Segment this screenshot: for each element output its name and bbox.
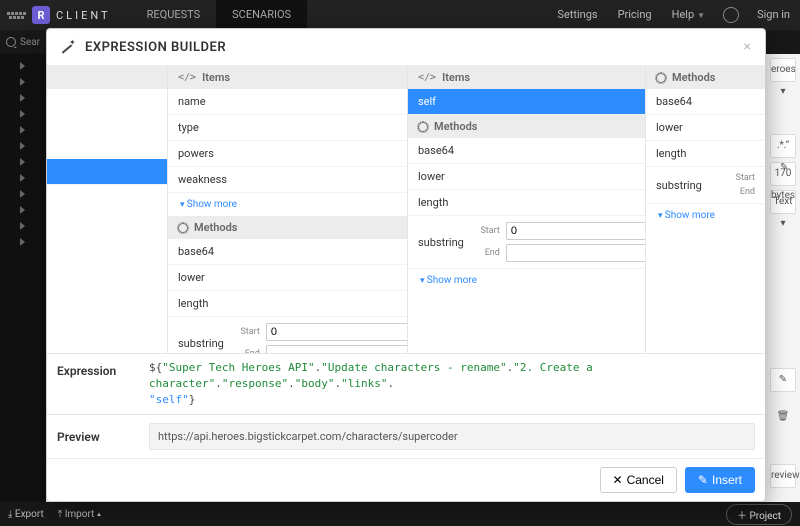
modal-footer: ✕Cancel ✎Insert — [47, 458, 765, 501]
columns: </>Items name type powers weakness Show … — [47, 66, 765, 353]
start-label: Start — [232, 327, 260, 337]
col1-method-lower[interactable]: lower — [168, 265, 407, 291]
tab-requests[interactable]: REQUESTS — [131, 0, 217, 30]
search-icon — [6, 37, 16, 47]
start-label: Start — [727, 173, 755, 183]
brand-badge: R — [32, 6, 50, 24]
modal-title: EXPRESSION BUILDER — [85, 40, 226, 55]
col2-show-more-methods[interactable]: Show more — [408, 269, 645, 292]
peek-bytes: 170 bytes — [770, 162, 796, 186]
col1-item-type[interactable]: type — [168, 115, 407, 141]
col3-methods-header: Methods — [646, 66, 765, 89]
link-settings[interactable]: Settings — [547, 0, 607, 30]
col3-method-length[interactable]: length — [646, 141, 765, 167]
col1-substring-end-input[interactable] — [266, 345, 407, 353]
topbar: R CLIENT REQUESTS SCENARIOS Settings Pri… — [0, 0, 800, 30]
end-label: End — [472, 248, 500, 258]
close-icon: ✕ — [613, 473, 623, 487]
code-icon: </> — [418, 72, 436, 83]
column-2: </>Items self Methods base64 lower lengt… — [407, 66, 645, 353]
peek-edit[interactable]: .*.” ✎ — [770, 134, 796, 158]
end-label: End — [727, 187, 755, 197]
link-sign-in[interactable]: Sign in — [747, 0, 800, 30]
col1-substring-start-input[interactable] — [266, 323, 407, 341]
col3-method-base64[interactable]: base64 — [646, 89, 765, 115]
col2-methods-header: Methods — [408, 115, 645, 138]
col1-item-powers[interactable]: powers — [168, 141, 407, 167]
col3-method-substring[interactable]: substring Start End — [646, 167, 765, 204]
expression-row: Expression ${"Super Tech Heroes API"."Up… — [47, 353, 765, 414]
substring-label: substring — [656, 179, 719, 192]
column-0 — [47, 66, 167, 353]
column-3: Methods base64 lower length substring St… — [645, 66, 765, 353]
peek-preview[interactable]: review — [770, 464, 796, 488]
col0-selected-row[interactable] — [47, 159, 167, 185]
chat-icon[interactable] — [723, 7, 739, 23]
col3-show-more-methods[interactable]: Show more — [646, 204, 765, 227]
col1-item-weakness[interactable]: weakness — [168, 167, 407, 193]
cancel-button[interactable]: ✕Cancel — [600, 467, 677, 493]
preview-label: Preview — [57, 430, 137, 444]
expression-label: Expression — [57, 360, 137, 408]
col0-header — [47, 66, 167, 89]
link-pricing[interactable]: Pricing — [608, 0, 662, 30]
code-icon: </> — [178, 72, 196, 83]
project-button[interactable]: ＋ Project — [726, 504, 792, 525]
import-button[interactable]: ⤒ Import ▴ — [58, 509, 101, 520]
apps-grid-icon[interactable] — [6, 5, 26, 25]
search-placeholder: Sear — [20, 37, 40, 48]
peek-edit2[interactable]: ✎ — [770, 368, 796, 392]
col1-method-length[interactable]: length — [168, 291, 407, 317]
tree-gutter — [0, 54, 46, 502]
column-1: </>Items name type powers weakness Show … — [167, 66, 407, 353]
col2-substring-end-input[interactable] — [506, 244, 645, 262]
col1-method-substring[interactable]: substring Start End — [168, 317, 407, 353]
col2-method-length[interactable]: length — [408, 190, 645, 216]
col2-item-self[interactable]: self — [408, 89, 645, 115]
substring-label: substring — [178, 337, 224, 350]
right-peek: eroes ▾ .*.” ✎ 170 bytes Text ▾ ✎ 🗑 revi… — [766, 54, 800, 502]
preview-value: https://api.heroes.bigstickcarpet.com/ch… — [149, 423, 755, 450]
start-label: Start — [472, 226, 500, 236]
modal-header: EXPRESSION BUILDER × — [47, 29, 765, 66]
link-help[interactable]: Help▼ — [662, 0, 715, 31]
chevron-down-icon: ▼ — [697, 11, 705, 20]
col1-methods-header: Methods — [168, 216, 407, 239]
insert-button[interactable]: ✎Insert — [685, 467, 755, 493]
gear-icon — [418, 122, 428, 132]
peek-text[interactable]: Text ▾ — [770, 190, 796, 214]
col2-method-lower[interactable]: lower — [408, 164, 645, 190]
preview-row: Preview https://api.heroes.bigstickcarpe… — [47, 414, 765, 458]
tab-scenarios[interactable]: SCENARIOS — [216, 0, 307, 30]
col2-method-substring[interactable]: substring Start End — [408, 216, 645, 269]
col3-method-lower[interactable]: lower — [646, 115, 765, 141]
col1-show-more-items[interactable]: Show more — [168, 193, 407, 216]
expression-builder-modal: EXPRESSION BUILDER × </>Items name type … — [46, 28, 766, 502]
close-icon[interactable]: × — [744, 39, 751, 55]
brand-text: CLIENT — [56, 9, 111, 22]
gear-icon — [656, 73, 666, 83]
bottombar: ⤓ Export ⤒ Import ▴ ＋ Project — [0, 502, 800, 526]
col2-items-header: </>Items — [408, 66, 645, 89]
wand-icon — [61, 40, 75, 54]
col1-item-name[interactable]: name — [168, 89, 407, 115]
col2-substring-start-input[interactable] — [506, 222, 645, 240]
export-button[interactable]: ⤓ Export — [8, 509, 44, 520]
col1-items-header: </>Items — [168, 66, 407, 89]
peek-heroes[interactable]: eroes ▾ — [770, 58, 796, 82]
expression-value: ${"Super Tech Heroes API"."Update charac… — [149, 360, 755, 408]
search-input[interactable]: Sear — [0, 37, 46, 48]
wand-icon: ✎ — [698, 473, 708, 487]
peek-trash[interactable]: 🗑 — [770, 406, 796, 430]
col2-method-base64[interactable]: base64 — [408, 138, 645, 164]
col1-method-base64[interactable]: base64 — [168, 239, 407, 265]
substring-label: substring — [418, 236, 464, 249]
gear-icon — [178, 223, 188, 233]
